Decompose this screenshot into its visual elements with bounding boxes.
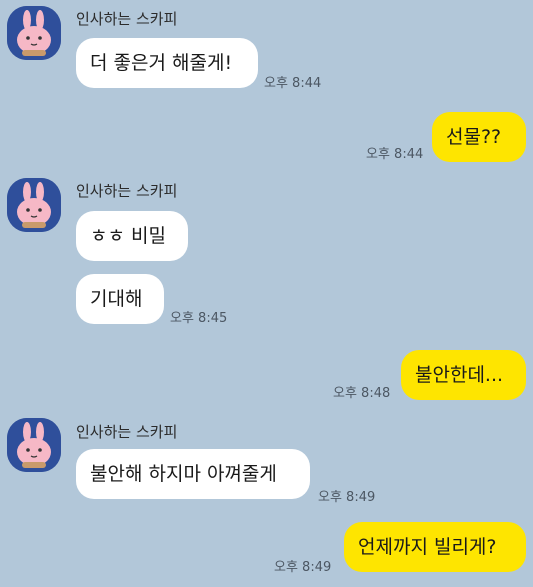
message-bubble-outgoing[interactable]: 불안한데... — [401, 350, 526, 400]
message-time: 오후 8:48 — [333, 386, 391, 401]
message-bubble-outgoing[interactable]: 언제까지 빌리게? — [344, 522, 526, 572]
rabbit-avatar-icon — [7, 418, 61, 472]
message-time: 오후 8:44 — [366, 147, 424, 162]
avatar[interactable] — [7, 178, 61, 232]
chat-room: 인사하는 스카피 더 좋은거 해줄게! 오후 8:44 오후 8:44 선물??… — [0, 0, 533, 587]
avatar[interactable] — [7, 418, 61, 472]
message-bubble-incoming[interactable]: 불안해 하지마 아껴줄게 — [76, 449, 310, 499]
rabbit-avatar-icon — [7, 178, 61, 232]
message-bubble-outgoing[interactable]: 선물?? — [432, 112, 526, 162]
message-bubble-incoming[interactable]: ㅎㅎ 비밀 — [76, 211, 188, 261]
rabbit-avatar-icon — [7, 6, 61, 60]
sender-name: 인사하는 스카피 — [76, 182, 178, 200]
avatar[interactable] — [7, 6, 61, 60]
message-time: 오후 8:49 — [274, 560, 332, 575]
message-time: 오후 8:44 — [264, 76, 322, 91]
sender-name: 인사하는 스카피 — [76, 10, 178, 28]
message-time: 오후 8:45 — [170, 311, 228, 326]
message-bubble-incoming[interactable]: 기대해 — [76, 274, 164, 324]
sender-name: 인사하는 스카피 — [76, 423, 178, 441]
message-bubble-incoming[interactable]: 더 좋은거 해줄게! — [76, 38, 258, 88]
message-time: 오후 8:49 — [318, 490, 376, 505]
